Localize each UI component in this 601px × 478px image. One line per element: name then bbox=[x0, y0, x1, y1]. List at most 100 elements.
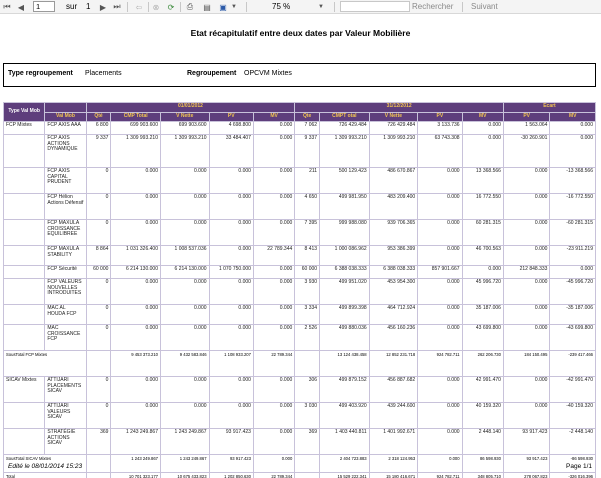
value-cell: 43 699.800 bbox=[461, 324, 504, 351]
zoom-select[interactable]: 75 % bbox=[270, 1, 320, 12]
value-cell: 953 386.399 bbox=[368, 245, 419, 266]
type-val-mob-cell: SICAV Mixtes bbox=[2, 376, 46, 403]
table-row: FCP Hélion Actions Défensif 0 0.000 0.000 0.… bbox=[2, 193, 596, 220]
type-val-mob-cell: FCP Mixtes bbox=[2, 121, 46, 135]
col-header: PV bbox=[417, 112, 463, 122]
value-cell: 369 bbox=[85, 428, 112, 455]
col-header: MV bbox=[461, 112, 504, 122]
first-page-button[interactable]: ⏮ bbox=[2, 1, 12, 13]
value-cell: 1 070 750.000 bbox=[208, 265, 254, 279]
export-button[interactable]: ▣ bbox=[218, 1, 228, 13]
value-cell: 60 000 bbox=[294, 265, 321, 279]
save-icon: ▣ bbox=[219, 2, 227, 12]
type-val-mob-cell bbox=[2, 134, 46, 168]
regroupement-value: OPCVM Mixtes bbox=[244, 70, 292, 77]
value-cell: 0.000 bbox=[110, 304, 161, 325]
value-cell: 0.000 bbox=[159, 278, 210, 305]
value-cell: 1 008 537.036 bbox=[159, 245, 210, 266]
value-cell: 10 675 433.823 bbox=[159, 472, 210, 478]
type-val-mob-cell bbox=[2, 278, 46, 305]
value-cell bbox=[85, 472, 112, 478]
col-header: Qte bbox=[294, 112, 321, 122]
toolbar-divider bbox=[148, 2, 149, 12]
type-regroupement-label: Type regroupement bbox=[8, 70, 73, 77]
value-cell: 86 598.930 bbox=[461, 454, 504, 473]
last-page-icon: ⏭ bbox=[113, 2, 121, 11]
table-row: SICAV Mixtes ATTIJARI PLACEMENTS SICAV 0 0.… bbox=[2, 376, 596, 403]
value-cell: 45 996.720 bbox=[461, 278, 504, 305]
value-cell: 456 887.682 bbox=[368, 376, 419, 403]
value-cell: -35 187.006 bbox=[549, 304, 596, 325]
previous-page-button[interactable]: ◀ bbox=[16, 1, 26, 13]
next-page-button[interactable]: ▶ bbox=[98, 1, 108, 13]
stop-button[interactable]: ⊗ bbox=[151, 1, 161, 13]
value-cell: 0 bbox=[85, 193, 112, 220]
page-number-input[interactable]: 1 bbox=[33, 1, 55, 12]
page-setup-button[interactable]: ▤ bbox=[202, 1, 212, 13]
value-cell: 0.000 bbox=[110, 278, 161, 305]
value-cell bbox=[294, 454, 321, 473]
value-cell: 439 244.600 bbox=[368, 402, 419, 429]
value-cell: 0.000 bbox=[159, 376, 210, 403]
toolbar-divider bbox=[127, 2, 128, 12]
value-cell: 7 395 bbox=[294, 219, 321, 246]
value-cell: -42 991.470 bbox=[549, 376, 596, 403]
back-button[interactable]: ⇦ bbox=[134, 1, 144, 13]
value-cell: -40 159.320 bbox=[549, 402, 596, 429]
page-setup-icon: ▤ bbox=[203, 2, 211, 12]
col-header: V Nette bbox=[159, 112, 210, 122]
value-cell: 699 903.600 bbox=[110, 121, 161, 135]
value-cell: 0.000 bbox=[252, 167, 296, 194]
col-header: V Nette bbox=[368, 112, 419, 122]
type-val-mob-cell bbox=[2, 324, 46, 351]
val-mob-cell: FCP Hélion Actions Défensif bbox=[44, 193, 87, 220]
value-cell: 33 484.407 bbox=[208, 134, 254, 168]
value-cell: 0.000 bbox=[502, 324, 551, 351]
value-cell: 8 864 bbox=[85, 245, 112, 266]
value-cell: 0 bbox=[85, 376, 112, 403]
value-cell: 0.000 bbox=[549, 134, 596, 168]
value-cell: 7 062 bbox=[294, 121, 321, 135]
next-match-link[interactable]: Suivant bbox=[471, 2, 498, 11]
value-cell: 0.000 bbox=[208, 304, 254, 325]
value-cell: 9 337 bbox=[85, 134, 112, 168]
refresh-button[interactable]: ⟳ bbox=[166, 1, 176, 13]
value-cell: 13 124 438.458 bbox=[319, 350, 370, 377]
subtotal-label: SousTotal FCP Mixtes bbox=[3, 350, 87, 377]
toolbar-divider bbox=[462, 2, 463, 12]
value-cell: 2 448.140 bbox=[461, 428, 504, 455]
stop-icon: ⊗ bbox=[152, 2, 160, 12]
value-cell: 500 129.423 bbox=[319, 167, 370, 194]
type-val-mob-cell bbox=[2, 219, 46, 246]
value-cell: 0.000 bbox=[417, 304, 463, 325]
last-page-button[interactable]: ⏭ bbox=[112, 1, 122, 13]
back-arrow-icon: ⇦ bbox=[135, 2, 143, 12]
table-row: FCP Sécurité 60 000 6 214 130.000 6 214 130… bbox=[2, 265, 596, 279]
value-cell: 6 800 bbox=[85, 121, 112, 135]
search-input[interactable] bbox=[340, 1, 410, 12]
export-dropdown[interactable]: ▼ bbox=[229, 1, 239, 13]
print-button[interactable]: ⎙ bbox=[185, 1, 195, 13]
value-cell: -13 368.566 bbox=[549, 167, 596, 194]
table-row: MAC CROISSANCE FCP 0 0.000 0.000 0.000 0.000 2… bbox=[2, 324, 596, 351]
value-cell: 0.000 bbox=[110, 167, 161, 194]
value-cell: 63 743.308 bbox=[417, 134, 463, 168]
value-cell: 453 954.300 bbox=[368, 278, 419, 305]
value-cell: 0.000 bbox=[110, 376, 161, 403]
zoom-dropdown[interactable]: ▼ bbox=[316, 1, 326, 13]
report-title: Etat récapitulatif entre deux dates par … bbox=[190, 28, 411, 38]
table-row: ATTIJARI VALEURS SICAV 0 0.000 0.000 0.000 0.… bbox=[2, 402, 596, 429]
value-cell: -43 699.800 bbox=[549, 324, 596, 351]
value-cell: 6 214 130.000 bbox=[159, 265, 210, 279]
toolbar-divider bbox=[334, 2, 335, 12]
table-row: STRATÉGIE ACTIONS SICAV 369 1 243 249.867 1… bbox=[2, 428, 596, 455]
val-mob-header: Val Mob bbox=[44, 112, 87, 122]
value-cell: 939 706.365 bbox=[368, 219, 419, 246]
value-cell: 464 712.924 bbox=[368, 304, 419, 325]
regroupement-label: Regroupement bbox=[187, 70, 237, 77]
value-cell: 0.000 bbox=[110, 402, 161, 429]
value-cell: 0 bbox=[85, 324, 112, 351]
value-cell: 0.000 bbox=[208, 193, 254, 220]
search-link[interactable]: Rechercher bbox=[412, 2, 453, 11]
value-cell: 0.000 bbox=[208, 376, 254, 403]
